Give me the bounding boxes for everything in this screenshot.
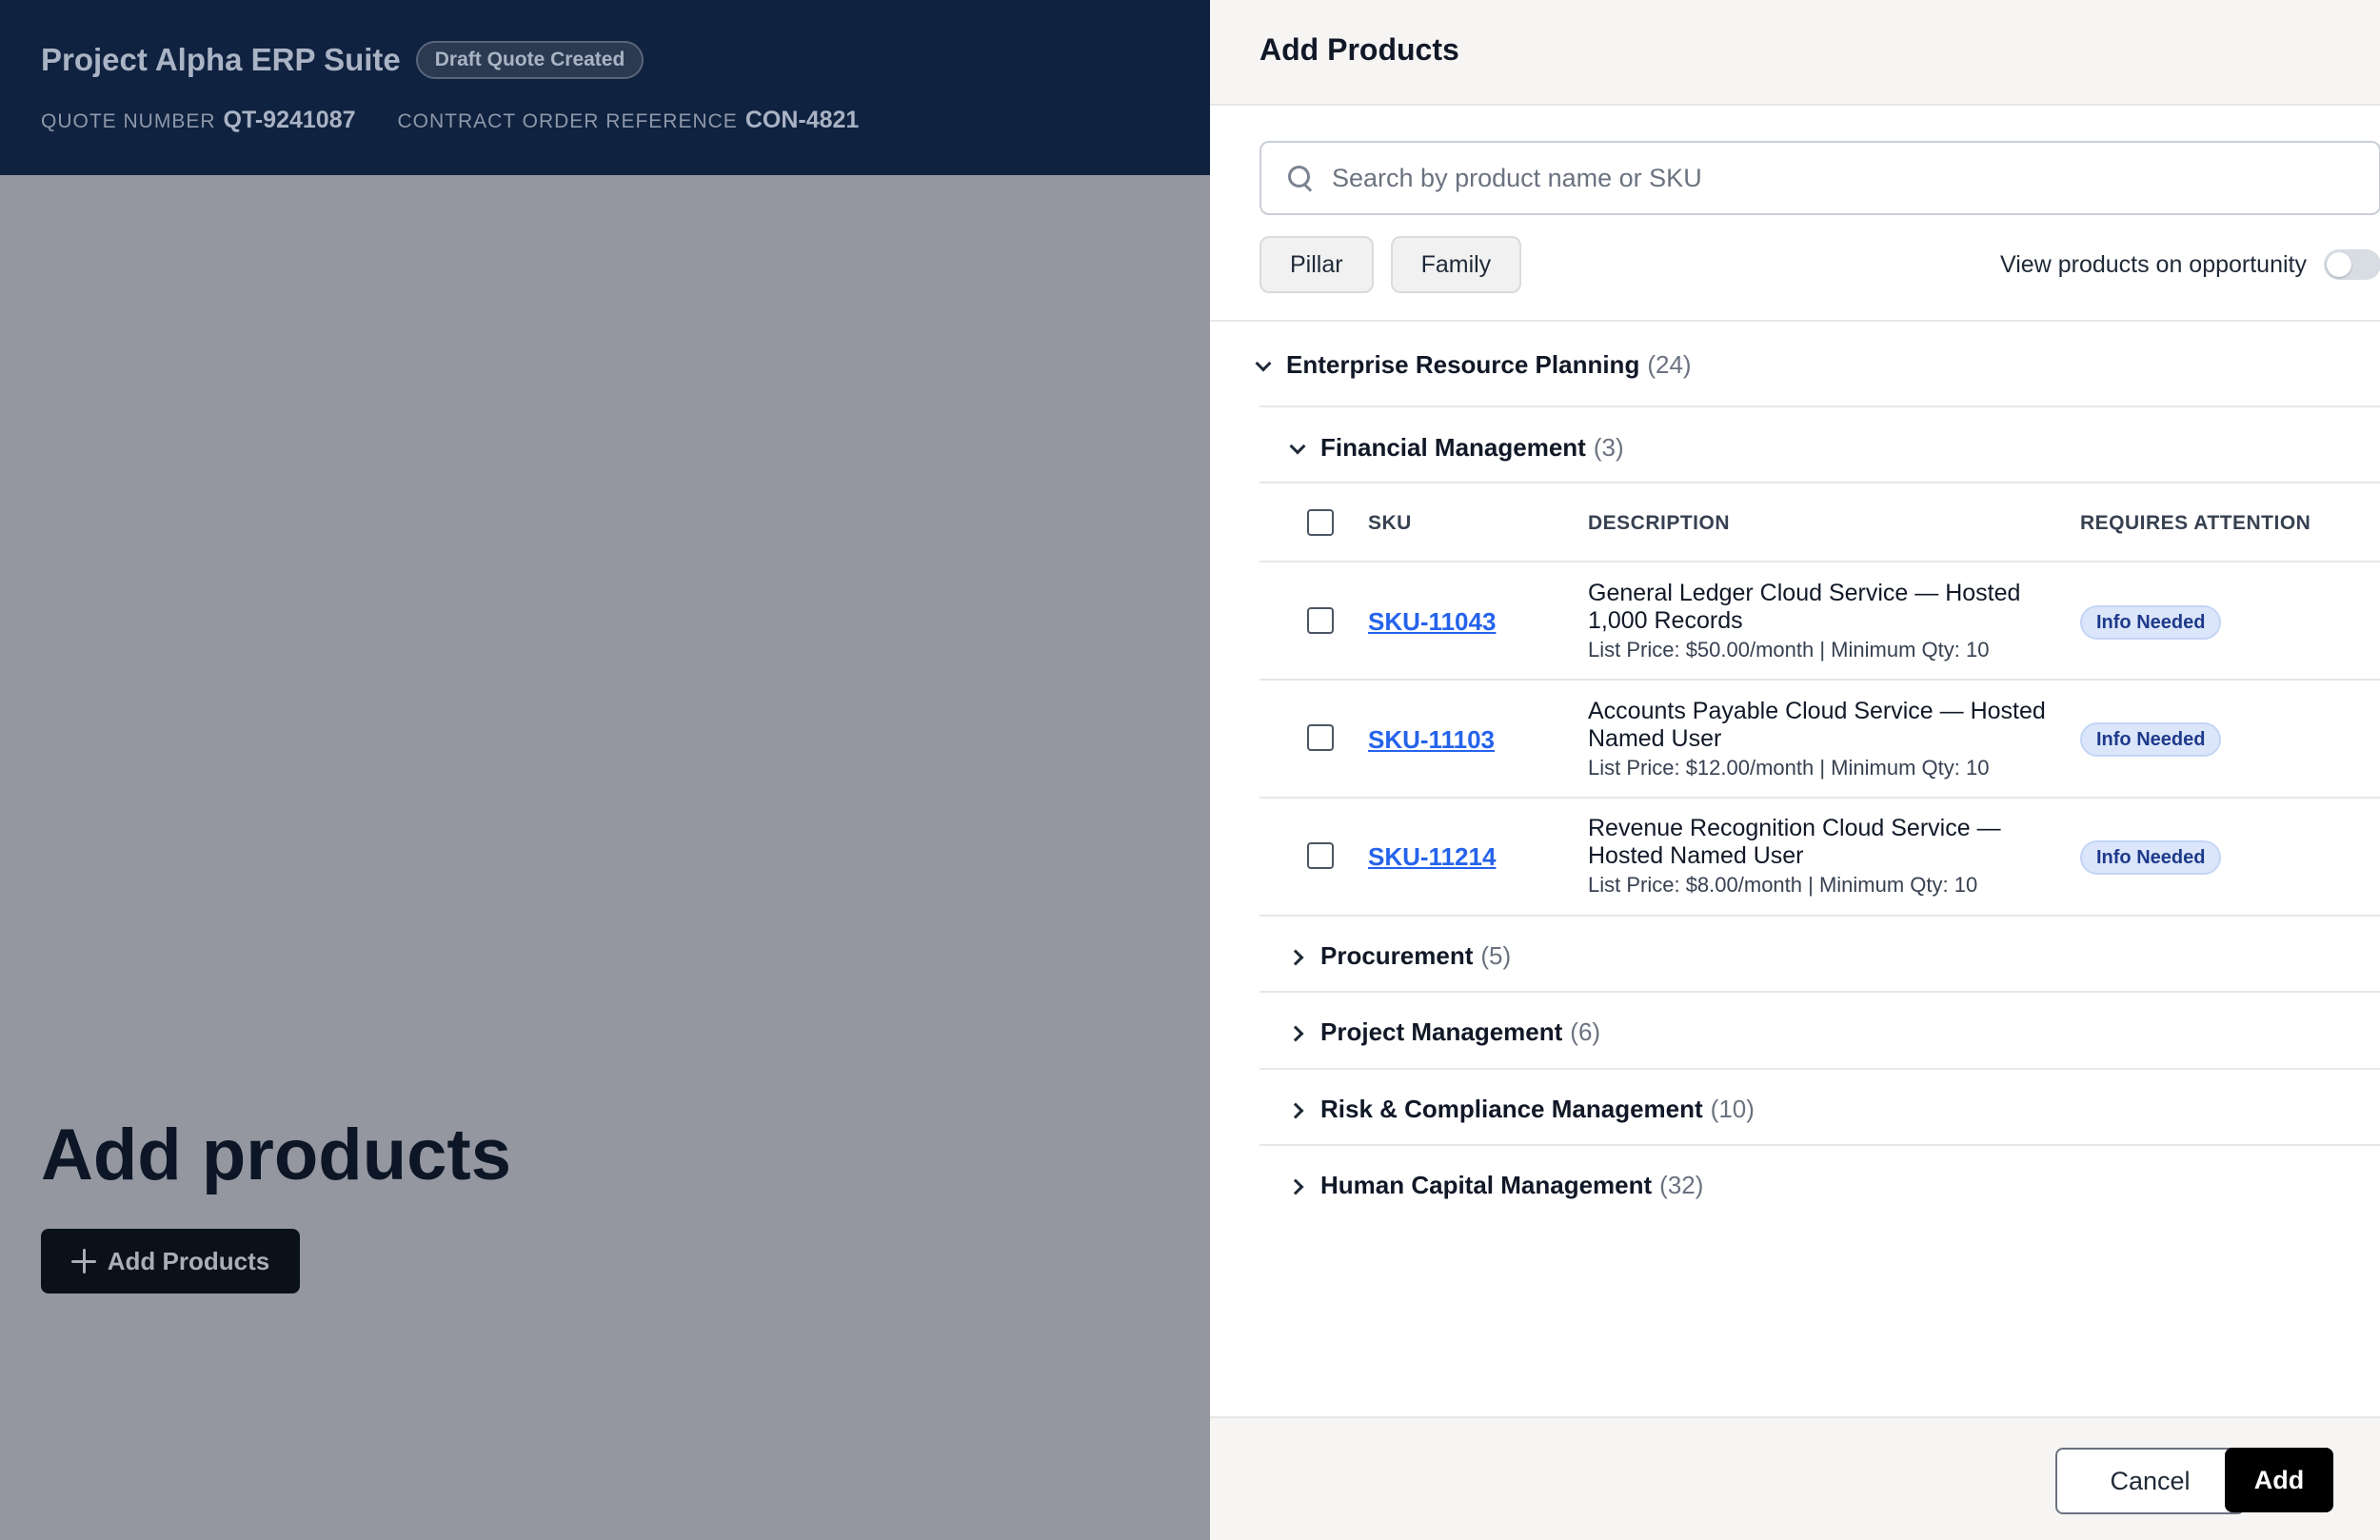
chevron-right-icon [1288,1023,1307,1042]
cancel-button[interactable]: Cancel [2055,1448,2245,1514]
column-header-sku: SKU [1368,512,1412,534]
plus-icon [70,1249,96,1273]
subgroup-project-management[interactable]: Project Management (6) [1288,1017,1600,1047]
product-description: Accounts Payable Cloud Service — Hosted … [1588,698,2064,781]
divider [1259,482,2380,484]
subgroup-name: Project Management [1320,1017,1563,1046]
chevron-right-icon [1288,1100,1307,1119]
drawer-title: Add Products [1259,32,1459,67]
divider [1259,991,2380,993]
add-products-button[interactable]: Add Products [41,1229,300,1293]
category-erp[interactable]: Enterprise Resource Planning (24) [1254,350,1692,380]
product-price: List Price: $12.00/month | Minimum Qty: … [1588,756,1990,780]
subgroup-count: (32) [1659,1171,1704,1199]
title-row: Project Alpha ERP Suite Draft Quote Crea… [41,40,1169,80]
subgroup-financial-management[interactable]: Financial Management (3) [1288,433,1624,463]
divider [1259,1144,2380,1146]
product-title: General Ledger Cloud Service — Hosted 1,… [1588,580,2021,634]
drawer-footer: Cancel Add [1210,1416,2380,1540]
divider [1210,320,2380,322]
opportunity-toggle-label: View products on opportunity [2000,250,2307,278]
info-needed-badge: Info Needed [2080,840,2222,875]
subgroup-count: (5) [1480,941,1512,970]
sku-link[interactable]: SKU-11214 [1368,842,1496,872]
opportunity-toggle-group: View products on opportunity [2000,249,2380,280]
row-checkbox[interactable] [1307,842,1334,869]
drawer-header: Add Products [1210,0,2380,106]
product-price: List Price: $8.00/month | Minimum Qty: 1… [1588,873,1978,897]
product-title: Revenue Recognition Cloud Service — Host… [1588,815,2001,869]
filter-pillar[interactable]: Pillar [1259,236,1374,293]
subgroup-count: (3) [1593,433,1624,462]
category-count: (24) [1647,350,1692,379]
subgroup-name: Human Capital Management [1320,1171,1653,1199]
divider [1259,797,2380,799]
sku-link[interactable]: SKU-11043 [1368,607,1496,637]
divider [1259,561,2380,563]
divider [1259,915,2380,917]
info-needed-badge: Info Needed [2080,722,2222,757]
subgroup-name: Financial Management [1320,433,1586,462]
product-description: General Ledger Cloud Service — Hosted 1,… [1588,580,2064,663]
contract-reference-value: CON-4821 [744,107,860,133]
search-box[interactable] [1259,141,2380,215]
quote-number: QUOTE NUMBER QT-9241087 [41,107,356,134]
subgroup-count: (10) [1710,1095,1755,1123]
contract-reference-label: CONTRACT ORDER REFERENCE [397,110,738,132]
chevron-down-icon [1254,356,1273,375]
divider [1259,405,2380,407]
column-header-requires-attention: REQUIRES ATTENTION [2080,512,2311,534]
subgroup-human-capital[interactable]: Human Capital Management (32) [1288,1171,1703,1200]
product-description: Revenue Recognition Cloud Service — Host… [1588,815,2064,898]
product-title: Accounts Payable Cloud Service — Hosted … [1588,698,2046,752]
subgroup-name: Risk & Compliance Management [1320,1095,1703,1123]
chevron-right-icon [1288,947,1307,966]
meta-row: QUOTE NUMBER QT-9241087 CONTRACT ORDER R… [41,107,1169,134]
contract-reference: CONTRACT ORDER REFERENCE CON-4821 [398,107,860,134]
row-checkbox[interactable] [1307,724,1334,751]
add-products-button-label: Add Products [107,1246,270,1275]
filter-row: Pillar Family View products on opportuni… [1259,236,2380,293]
quote-number-value: QT-9241087 [223,107,356,133]
quote-number-label: QUOTE NUMBER [41,110,216,132]
chevron-right-icon [1288,1176,1307,1195]
add-products-drawer: Add Products Pillar Family View products… [1210,0,2380,1540]
app-header: Project Alpha ERP Suite Draft Quote Crea… [0,0,1210,175]
page-heading: Add products [41,1115,511,1195]
chevron-down-icon [1288,439,1307,458]
divider [1259,679,2380,681]
status-badge: Draft Quote Created [415,41,645,79]
product-price: List Price: $50.00/month | Minimum Qty: … [1588,638,1990,661]
row-checkbox[interactable] [1307,607,1334,634]
add-button[interactable]: Add [2225,1448,2333,1512]
app-title: Project Alpha ERP Suite [41,42,401,77]
opportunity-toggle[interactable] [2324,249,2380,280]
sku-link[interactable]: SKU-11103 [1368,725,1495,755]
category-name: Enterprise Resource Planning [1286,350,1640,379]
info-needed-badge: Info Needed [2080,605,2222,640]
divider [1259,1068,2380,1070]
filter-family[interactable]: Family [1390,236,1522,293]
subgroup-name: Procurement [1320,941,1474,970]
subgroup-count: (6) [1570,1017,1601,1046]
select-all-checkbox[interactable] [1307,509,1334,536]
subgroup-risk-compliance[interactable]: Risk & Compliance Management (10) [1288,1095,1755,1124]
column-header-description: DESCRIPTION [1588,512,1731,534]
search-input[interactable] [1332,163,2331,193]
search-icon [1286,164,1315,192]
subgroup-procurement[interactable]: Procurement (5) [1288,941,1511,971]
